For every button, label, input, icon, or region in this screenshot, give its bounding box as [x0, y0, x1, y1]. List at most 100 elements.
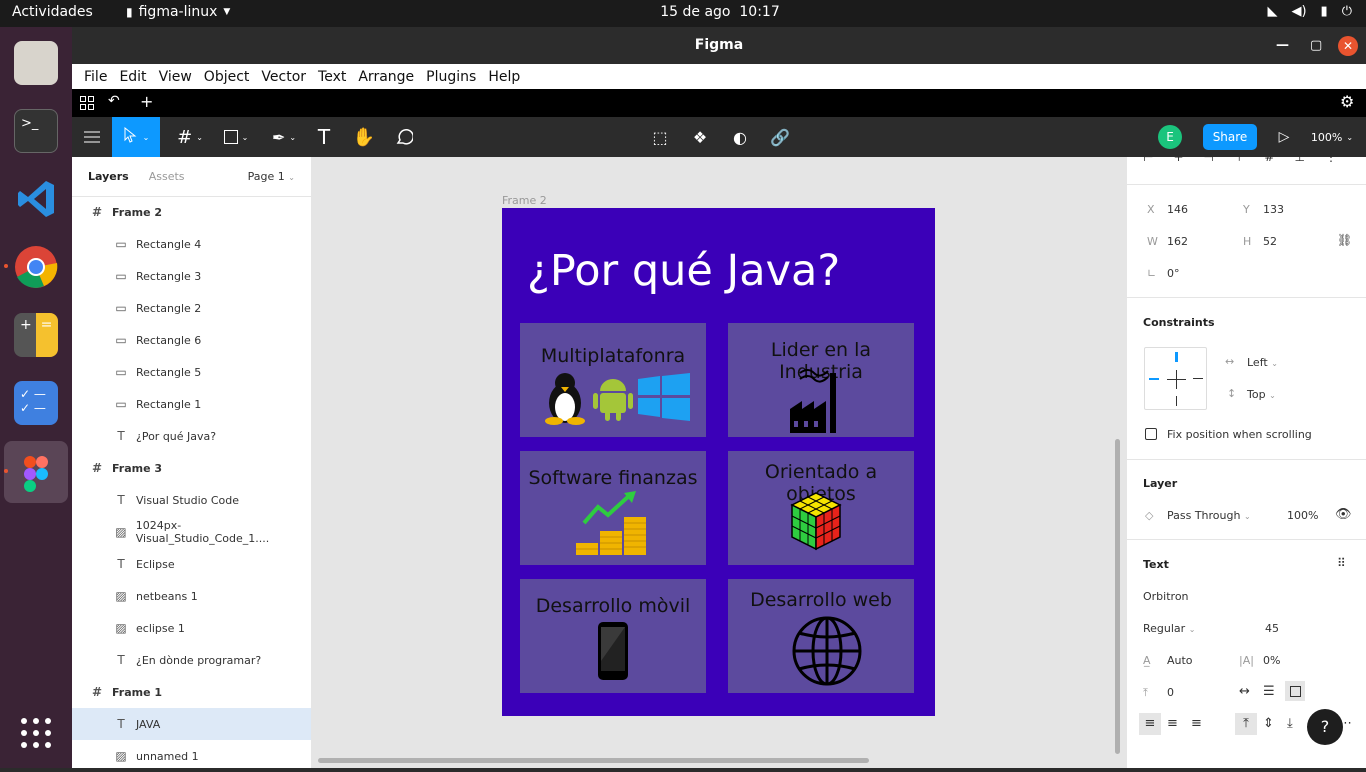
crop-icon[interactable]: ⬚	[648, 117, 672, 157]
fixed-size-icon[interactable]	[1285, 681, 1305, 701]
layer-frame-row[interactable]: # Frame 1	[72, 676, 311, 708]
align-top-icon[interactable]: ⊤	[1234, 157, 1244, 165]
letter-spacing-input[interactable]: 0%	[1263, 654, 1280, 667]
menu-help[interactable]: Help	[482, 69, 526, 85]
new-tab-icon[interactable]: +	[140, 92, 153, 111]
layer-row[interactable]: T ¿En dònde programar?	[72, 644, 311, 676]
align-text-right-icon[interactable]: ≡	[1191, 713, 1202, 735]
distribute-icon[interactable]: ⋮	[1325, 157, 1337, 165]
maximize-button[interactable]: ▢	[1310, 27, 1322, 64]
align-left-icon[interactable]: ⊢	[1143, 157, 1153, 165]
auto-height-icon[interactable]: ☰	[1263, 684, 1275, 699]
component-icon[interactable]: ❖	[688, 117, 712, 157]
comment-tool-icon[interactable]	[392, 117, 416, 157]
link-icon[interactable]: 🔗	[768, 117, 792, 157]
frame-2[interactable]: ¿Por qué Java? Multiplatafonra Lider en …	[502, 208, 935, 716]
w-input[interactable]: 162	[1167, 235, 1188, 248]
layer-row[interactable]: T ¿Por qué Java?	[72, 420, 311, 452]
back-icon[interactable]: ↶	[108, 93, 120, 109]
x-input[interactable]: 146	[1167, 203, 1188, 216]
card-web-dev[interactable]: Desarrollo web	[728, 579, 914, 693]
constraint-right-indicator[interactable]	[1193, 378, 1203, 379]
tasks-icon[interactable]: ✓ — ✓ —	[14, 381, 58, 425]
layer-row[interactable]: ▭ Rectangle 3	[72, 260, 311, 292]
align-text-left-icon[interactable]: ≡	[1139, 713, 1161, 735]
zoom-dropdown[interactable]: 100% ⌄	[1308, 117, 1356, 157]
card-finance-software[interactable]: Software finanzas	[520, 451, 706, 565]
pen-tool-button[interactable]: ✒ ⌄	[266, 117, 302, 157]
constraint-bottom-indicator[interactable]	[1176, 396, 1177, 406]
close-button[interactable]: ✕	[1338, 36, 1358, 56]
layer-row[interactable]: ▭ Rectangle 1	[72, 388, 311, 420]
layer-row[interactable]: ▭ Rectangle 6	[72, 324, 311, 356]
settings-gear-icon[interactable]: ⚙	[1340, 92, 1354, 111]
shape-tool-button[interactable]: ⌄	[218, 117, 254, 157]
align-middle-icon[interactable]: #	[1264, 157, 1274, 165]
text-styles-grid-icon[interactable]: ⠿	[1337, 556, 1346, 570]
constraints-widget[interactable]	[1144, 347, 1207, 410]
layer-row[interactable]: ▨ unnamed 1	[72, 740, 311, 772]
layer-frame-row[interactable]: # Frame 2	[72, 196, 311, 228]
horizontal-scrollbar[interactable]	[318, 758, 869, 763]
menu-object[interactable]: Object	[198, 69, 256, 85]
align-middle-text-icon[interactable]: ⇕	[1263, 713, 1274, 735]
align-bottom-icon[interactable]: ⊥	[1294, 157, 1304, 165]
opacity-input[interactable]: 100%	[1287, 509, 1318, 522]
y-input[interactable]: 133	[1263, 203, 1284, 216]
layer-row[interactable]: ▭ Rectangle 5	[72, 356, 311, 388]
align-center-h-icon[interactable]: +	[1173, 157, 1183, 165]
move-tool-button[interactable]: ⌄	[112, 117, 160, 157]
constraint-center-icon[interactable]	[1167, 370, 1186, 389]
menu-vector[interactable]: Vector	[255, 69, 312, 85]
frame-label[interactable]: Frame 2	[502, 194, 547, 207]
align-text-center-icon[interactable]: ≡	[1167, 713, 1178, 735]
card-industry-leader[interactable]: Lider en la Industria	[728, 323, 914, 437]
mask-icon[interactable]: ◐	[728, 117, 752, 157]
calculator-icon[interactable]: + =	[14, 313, 58, 357]
frame-tool-button[interactable]: # ⌄	[172, 117, 208, 157]
present-play-icon[interactable]: ▷	[1272, 117, 1296, 157]
fix-position-checkbox[interactable]	[1145, 428, 1157, 440]
layer-row[interactable]: T Visual Studio Code	[72, 484, 311, 516]
share-button[interactable]: Share	[1202, 117, 1258, 157]
font-family-select[interactable]: Orbitron	[1143, 590, 1189, 603]
layer-frame-row[interactable]: # Frame 3	[72, 452, 311, 484]
tab-assets[interactable]: Assets	[149, 170, 185, 183]
constraint-left-indicator[interactable]	[1149, 378, 1159, 380]
terminal-icon[interactable]: >_	[14, 109, 58, 153]
layer-row[interactable]: ▨ netbeans 1	[72, 580, 311, 612]
blend-mode-select[interactable]: Pass Through ⌄	[1167, 509, 1251, 522]
layer-row[interactable]: ▨ eclipse 1	[72, 612, 311, 644]
card-multiplatform[interactable]: Multiplatafonra	[520, 323, 706, 437]
layer-row[interactable]: ▭ Rectangle 4	[72, 228, 311, 260]
constrain-proportions-icon[interactable]: ⛓	[1337, 233, 1352, 247]
align-top-text-icon[interactable]: ⤒	[1235, 713, 1257, 735]
chrome-icon[interactable]	[14, 245, 58, 289]
card-mobile-dev[interactable]: Desarrollo mòvil	[520, 579, 706, 693]
align-bottom-text-icon[interactable]: ⤓	[1287, 713, 1293, 735]
align-right-icon[interactable]: ⊣	[1204, 157, 1214, 165]
paragraph-spacing-input[interactable]: 0	[1167, 686, 1174, 699]
main-menu-icon[interactable]	[80, 117, 104, 157]
text-tool-icon[interactable]: T	[312, 117, 336, 157]
app-grid-icon[interactable]	[20, 717, 52, 749]
files-icon[interactable]	[14, 41, 58, 85]
font-weight-select[interactable]: Regular ⌄	[1143, 622, 1195, 635]
layer-row[interactable]: T Eclipse	[72, 548, 311, 580]
system-tray[interactable]: ◣ ◀) ▮ ⏻	[1267, 4, 1352, 19]
vscode-icon[interactable]	[14, 177, 58, 221]
constraint-top-indicator[interactable]	[1175, 352, 1178, 362]
vertical-scrollbar[interactable]	[1115, 439, 1120, 754]
visibility-eye-icon[interactable]: 👁	[1335, 507, 1352, 522]
constraint-vertical-select[interactable]: Top ⌄	[1247, 388, 1276, 401]
constraint-horizontal-select[interactable]: Left ⌄	[1247, 356, 1278, 369]
line-height-input[interactable]: Auto	[1167, 654, 1193, 667]
layer-row[interactable]: ▨ 1024px-Visual_Studio_Code_1....	[72, 516, 311, 548]
menu-arrange[interactable]: Arrange	[352, 69, 420, 85]
tab-layers[interactable]: Layers	[88, 170, 129, 183]
hand-tool-icon[interactable]: ✋	[352, 117, 376, 157]
canvas[interactable]: Frame 2 ¿Por qué Java? Multiplatafonra L…	[312, 157, 1126, 768]
h-input[interactable]: 52	[1263, 235, 1277, 248]
menu-view[interactable]: View	[153, 69, 198, 85]
menu-text[interactable]: Text	[312, 69, 352, 85]
